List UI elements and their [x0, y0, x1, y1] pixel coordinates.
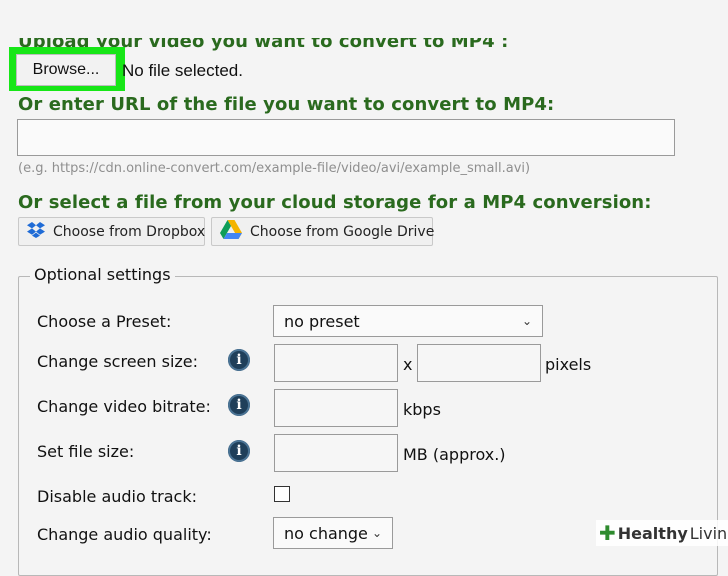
- preset-value: no preset: [284, 311, 360, 331]
- watermark-brand-bold: Healthy: [617, 523, 688, 543]
- bitrate-input[interactable]: [274, 389, 398, 427]
- url-heading: Or enter URL of the file you want to con…: [18, 94, 555, 115]
- cloud-heading: Or select a file from your cloud storage…: [18, 192, 652, 213]
- dropbox-icon: [27, 221, 45, 242]
- browse-button[interactable]: Browse...: [16, 54, 116, 86]
- filesize-info-icon[interactable]: i: [228, 440, 250, 462]
- audio-quality-label: Change audio quality:: [37, 525, 212, 544]
- filesize-unit: MB (approx.): [403, 445, 506, 464]
- bitrate-label: Change video bitrate:: [37, 397, 211, 416]
- screen-height-input[interactable]: [417, 344, 541, 382]
- chevron-down-icon: ⌄: [371, 526, 382, 540]
- disable-audio-label: Disable audio track:: [37, 487, 197, 506]
- optional-settings-legend: Optional settings: [30, 265, 175, 284]
- healthy-living-watermark: ✚ Healthy Living: [596, 520, 728, 546]
- preset-select[interactable]: no preset ⌄: [273, 305, 543, 337]
- screen-size-label: Change screen size:: [37, 352, 199, 371]
- screen-size-info-icon[interactable]: i: [228, 349, 250, 371]
- audio-quality-value: no change: [284, 523, 368, 543]
- screen-size-unit: pixels: [545, 355, 592, 374]
- filesize-input[interactable]: [274, 434, 398, 472]
- preset-label: Choose a Preset:: [37, 312, 172, 331]
- bitrate-unit: kbps: [403, 400, 441, 419]
- chevron-down-icon: ⌄: [521, 314, 532, 328]
- file-status: No file selected.: [122, 61, 243, 80]
- url-hint: (e.g. https://cdn.online-convert.com/exa…: [18, 161, 531, 176]
- plus-cross-icon: ✚: [599, 521, 616, 545]
- audio-quality-select[interactable]: no change ⌄: [273, 517, 393, 549]
- disable-audio-checkbox[interactable]: [274, 486, 290, 502]
- filesize-label: Set file size:: [37, 442, 135, 461]
- google-drive-icon: [220, 220, 242, 243]
- google-drive-label: Choose from Google Drive: [250, 223, 435, 240]
- screen-width-input[interactable]: [274, 344, 398, 382]
- google-drive-button[interactable]: Choose from Google Drive: [211, 217, 435, 246]
- watermark-brand-light: Living: [689, 523, 728, 543]
- bitrate-info-icon[interactable]: i: [228, 394, 250, 416]
- dropbox-button[interactable]: Choose from Dropbox: [18, 217, 205, 246]
- dropbox-label: Choose from Dropbox: [53, 223, 206, 240]
- screen-size-separator: x: [403, 355, 413, 374]
- url-input[interactable]: [17, 119, 675, 156]
